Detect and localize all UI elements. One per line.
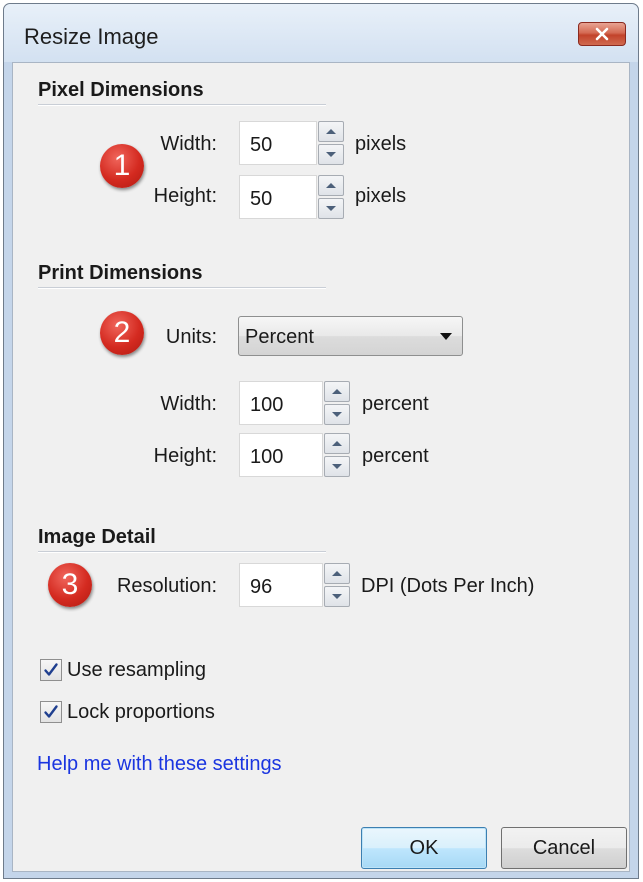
dialog-body: Pixel Dimensions 1 Width: 50 pixels Heig… bbox=[12, 62, 630, 872]
units-label: Units: bbox=[165, 326, 217, 348]
spin-down-button[interactable] bbox=[324, 586, 350, 607]
resolution-label: Resolution: bbox=[116, 575, 217, 597]
resolution-spinner[interactable] bbox=[324, 563, 350, 607]
pixel-height-label: Height: bbox=[153, 185, 217, 207]
arrow-up-icon bbox=[332, 441, 342, 446]
checkmark-icon bbox=[44, 663, 58, 676]
spin-down-button[interactable] bbox=[318, 144, 344, 165]
spin-up-button[interactable] bbox=[324, 563, 350, 584]
pixel-width-input[interactable]: 50 bbox=[239, 121, 317, 165]
pixel-height-unit: pixels bbox=[355, 185, 407, 207]
section-divider bbox=[38, 287, 326, 289]
arrow-down-icon bbox=[332, 464, 342, 469]
pixel-width-spinner[interactable] bbox=[318, 121, 344, 165]
pixel-width-unit: pixels bbox=[355, 133, 407, 155]
title-bar[interactable]: Resize Image bbox=[4, 4, 638, 62]
lock-proportions-option[interactable]: Lock proportions bbox=[40, 699, 215, 725]
help-link[interactable]: Help me with these settings bbox=[37, 753, 282, 776]
print-width-input[interactable]: 100 bbox=[239, 381, 323, 425]
print-width-unit: percent bbox=[362, 393, 429, 415]
print-height-unit: percent bbox=[362, 445, 429, 467]
image-detail-heading: Image Detail bbox=[38, 526, 156, 548]
print-height-spinner[interactable] bbox=[324, 433, 350, 477]
dropdown-arrow-icon bbox=[440, 333, 452, 340]
print-width-label: Width: bbox=[160, 393, 217, 415]
print-height-input[interactable]: 100 bbox=[239, 433, 323, 477]
pixel-dimensions-heading: Pixel Dimensions bbox=[38, 79, 204, 101]
spin-down-button[interactable] bbox=[318, 198, 344, 219]
use-resampling-label[interactable]: Use resampling bbox=[67, 659, 206, 682]
use-resampling-option[interactable]: Use resampling bbox=[40, 657, 206, 683]
spin-down-button[interactable] bbox=[324, 404, 350, 425]
lock-proportions-label[interactable]: Lock proportions bbox=[67, 701, 215, 724]
dialog-title: Resize Image bbox=[24, 24, 159, 49]
arrow-down-icon bbox=[332, 594, 342, 599]
arrow-down-icon bbox=[326, 152, 336, 157]
pixel-height-spinner[interactable] bbox=[318, 175, 344, 219]
resize-image-dialog: Resize Image Pixel Dimensions 1 Width: 5… bbox=[3, 3, 639, 879]
spin-up-button[interactable] bbox=[318, 175, 344, 196]
arrow-down-icon bbox=[326, 206, 336, 211]
callout-badge-3: 3 bbox=[48, 563, 92, 607]
print-height-label: Height: bbox=[153, 445, 217, 467]
ok-button[interactable]: OK bbox=[361, 827, 487, 869]
close-button[interactable] bbox=[578, 22, 626, 46]
close-x-icon bbox=[595, 27, 609, 41]
section-divider bbox=[38, 104, 326, 106]
arrow-up-icon bbox=[326, 129, 336, 134]
spin-up-button[interactable] bbox=[318, 121, 344, 142]
spin-down-button[interactable] bbox=[324, 456, 350, 477]
arrow-up-icon bbox=[332, 389, 342, 394]
arrow-up-icon bbox=[326, 183, 336, 188]
units-dropdown[interactable]: Percent bbox=[238, 316, 463, 356]
print-width-spinner[interactable] bbox=[324, 381, 350, 425]
resolution-input[interactable]: 96 bbox=[239, 563, 323, 607]
pixel-width-label: Width: bbox=[160, 133, 217, 155]
cancel-button[interactable]: Cancel bbox=[501, 827, 627, 869]
pixel-height-input[interactable]: 50 bbox=[239, 175, 317, 219]
spin-up-button[interactable] bbox=[324, 433, 350, 454]
use-resampling-checkbox[interactable] bbox=[40, 659, 62, 681]
checkmark-icon bbox=[44, 705, 58, 718]
lock-proportions-checkbox[interactable] bbox=[40, 701, 62, 723]
print-dimensions-heading: Print Dimensions bbox=[38, 262, 203, 284]
arrow-up-icon bbox=[332, 571, 342, 576]
resolution-unit: DPI (Dots Per Inch) bbox=[361, 575, 535, 597]
spin-up-button[interactable] bbox=[324, 381, 350, 402]
units-selected-value: Percent bbox=[245, 326, 314, 348]
arrow-down-icon bbox=[332, 412, 342, 417]
section-divider bbox=[38, 551, 326, 553]
